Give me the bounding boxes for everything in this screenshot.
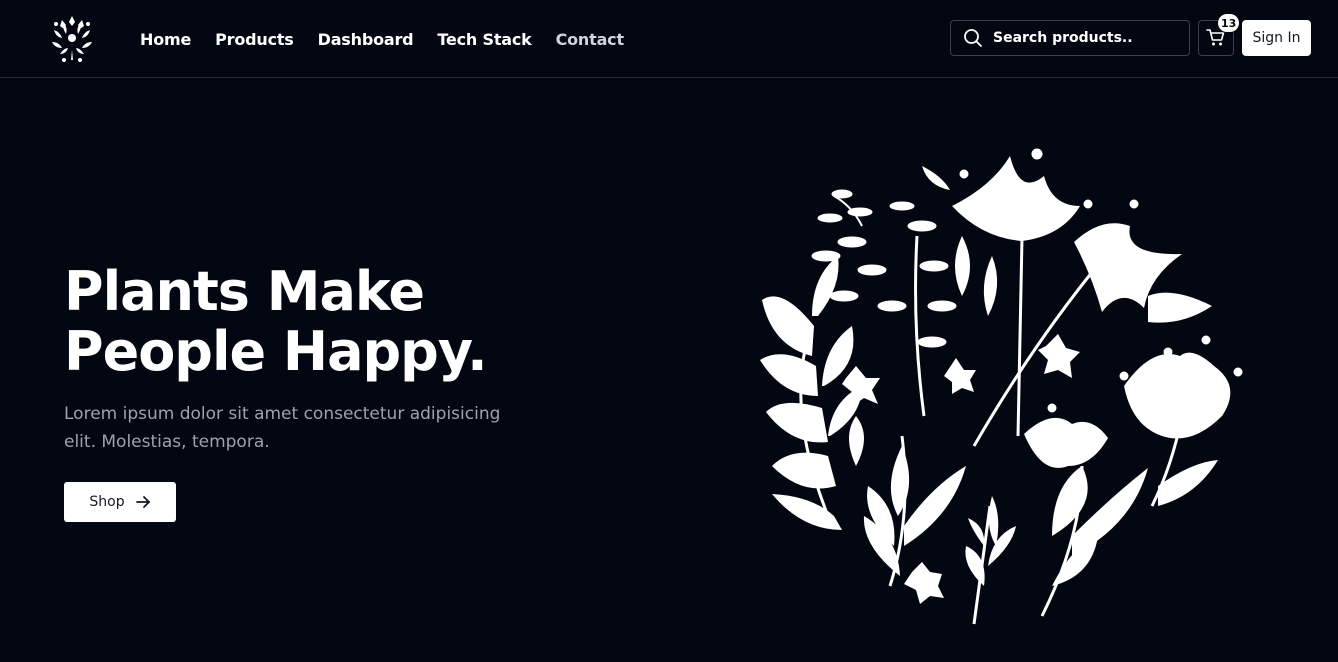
flower-logo-icon[interactable] — [42, 10, 102, 66]
search-box[interactable] — [950, 20, 1190, 56]
cart-count-badge: 13 — [1217, 13, 1241, 33]
nav-link-products[interactable]: Products — [215, 30, 294, 49]
sign-in-button[interactable]: Sign In — [1242, 20, 1311, 56]
nav-link-contact[interactable]: Contact — [556, 30, 625, 49]
hero-title: Plants Make People Happy. — [64, 262, 624, 382]
nav-link-home[interactable]: Home — [140, 30, 191, 49]
shop-button[interactable]: Shop — [64, 482, 176, 522]
main-nav: Home Products Dashboard Tech Stack Conta… — [140, 0, 624, 78]
navbar: Home Products Dashboard Tech Stack Conta… — [0, 0, 1338, 78]
nav-link-tech-stack[interactable]: Tech Stack — [437, 30, 531, 49]
hero-title-line-1: Plants Make — [64, 260, 425, 323]
hero-subtitle: Lorem ipsum dolor sit amet consectetur a… — [64, 404, 501, 452]
search-icon — [964, 29, 982, 47]
cart-button[interactable]: 13 — [1198, 13, 1241, 56]
arrow-right-icon — [135, 496, 150, 508]
nav-link-dashboard[interactable]: Dashboard — [318, 30, 414, 49]
hero-title-line-2: People Happy. — [64, 320, 488, 383]
plants-illustration — [760, 148, 1243, 625]
search-input[interactable] — [993, 30, 1173, 46]
shop-button-label: Shop — [89, 494, 125, 510]
